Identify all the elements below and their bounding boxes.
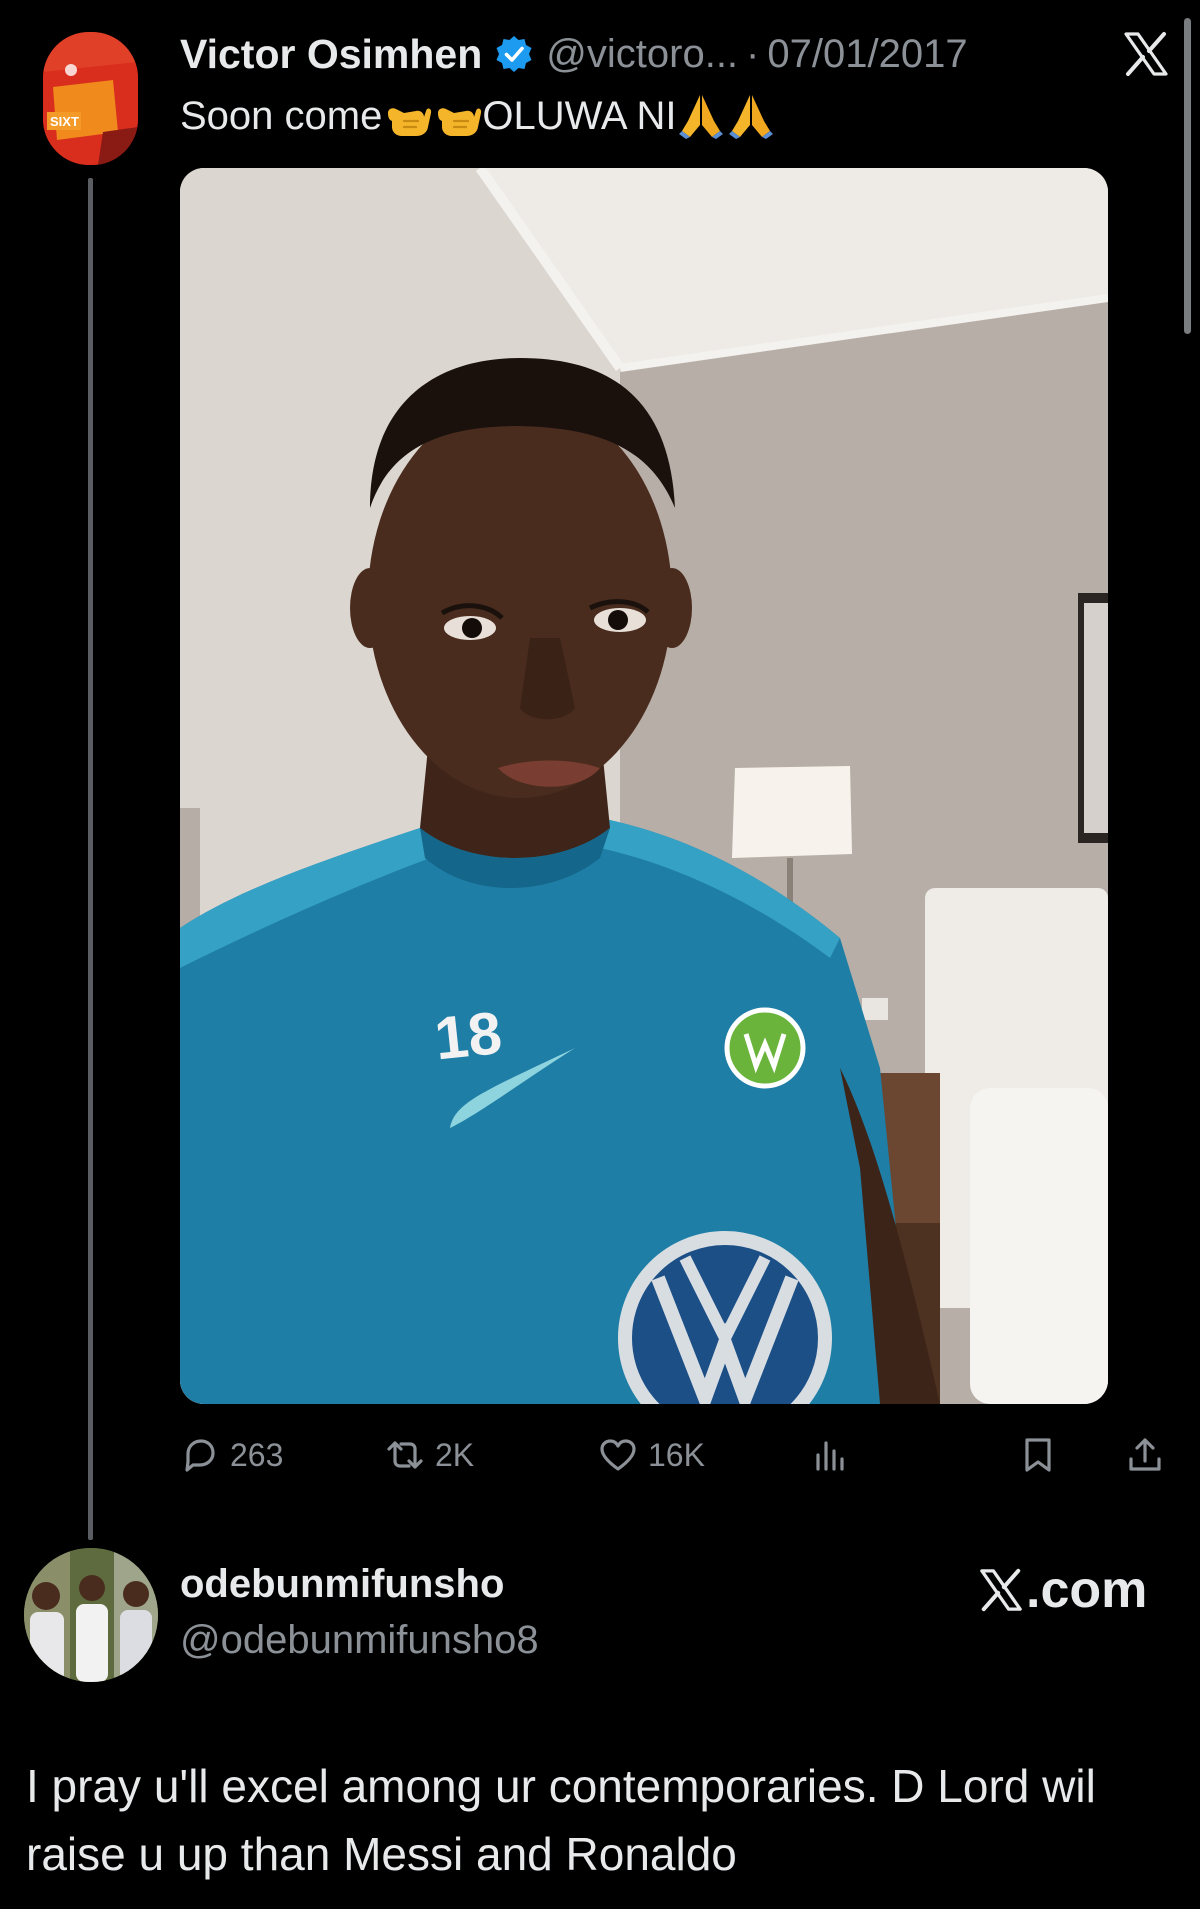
tweet-actions: 263 2K 16K (180, 1430, 1170, 1480)
heart-icon (600, 1439, 636, 1471)
repost-button[interactable]: 2K (385, 1430, 474, 1480)
reply-author-handle[interactable]: @odebunmifunsho8 (180, 1618, 539, 1663)
author-name[interactable]: Victor Osimhen (180, 31, 482, 78)
folded-hands-emoji (676, 91, 726, 141)
avatar-badge: SIXT (50, 114, 79, 129)
jersey-number: 18 (431, 999, 504, 1073)
repost-count: 2K (435, 1436, 475, 1473)
watermark-text: .com (1026, 1561, 1148, 1619)
share-icon (1129, 1438, 1161, 1471)
reply-text: I pray u'll excel among ur contemporarie… (26, 1760, 1096, 1880)
bookmark-button[interactable] (1018, 1430, 1058, 1480)
views-button[interactable] (810, 1430, 850, 1480)
author-avatar[interactable]: SIXT (43, 32, 138, 165)
verified-badge-icon (494, 34, 534, 74)
call-me-hand-emoji (432, 91, 482, 141)
author-handle[interactable]: @victoro... (546, 32, 738, 77)
reply-author-name[interactable]: odebunmifunsho (180, 1562, 504, 1607)
call-me-hand-emoji (382, 91, 432, 141)
reply-avatar[interactable] (24, 1548, 158, 1682)
tweet-text-part2: OLUWA NI (482, 94, 677, 138)
x-logo-icon (980, 1568, 1022, 1612)
share-button[interactable] (1125, 1430, 1165, 1480)
separator-dot: · (746, 31, 760, 76)
reply-icon (185, 1439, 215, 1472)
folded-hands-emoji (726, 91, 776, 141)
views-chart-icon (816, 1441, 844, 1471)
tweet-text-part1: Soon come (180, 94, 383, 138)
repost-icon (387, 1441, 423, 1469)
thread-connector (88, 178, 93, 1540)
x-logo-icon[interactable] (1122, 30, 1170, 78)
like-button[interactable]: 16K (598, 1430, 705, 1480)
x-com-watermark: .com (978, 1560, 1147, 1620)
scrollbar[interactable] (1184, 18, 1191, 334)
tweet-text: Soon come OLUWA NI (180, 88, 776, 144)
tweet-date[interactable]: 07/01/2017 (767, 32, 967, 77)
tweet-header: Victor Osimhen @victoro... · 07/01/2017 (180, 26, 968, 82)
bookmark-icon (1025, 1438, 1051, 1472)
like-count: 16K (648, 1436, 705, 1473)
reply-count: 263 (230, 1436, 284, 1473)
tweet-photo[interactable]: 18 (180, 168, 1108, 1404)
reply-button[interactable]: 263 (180, 1430, 283, 1480)
